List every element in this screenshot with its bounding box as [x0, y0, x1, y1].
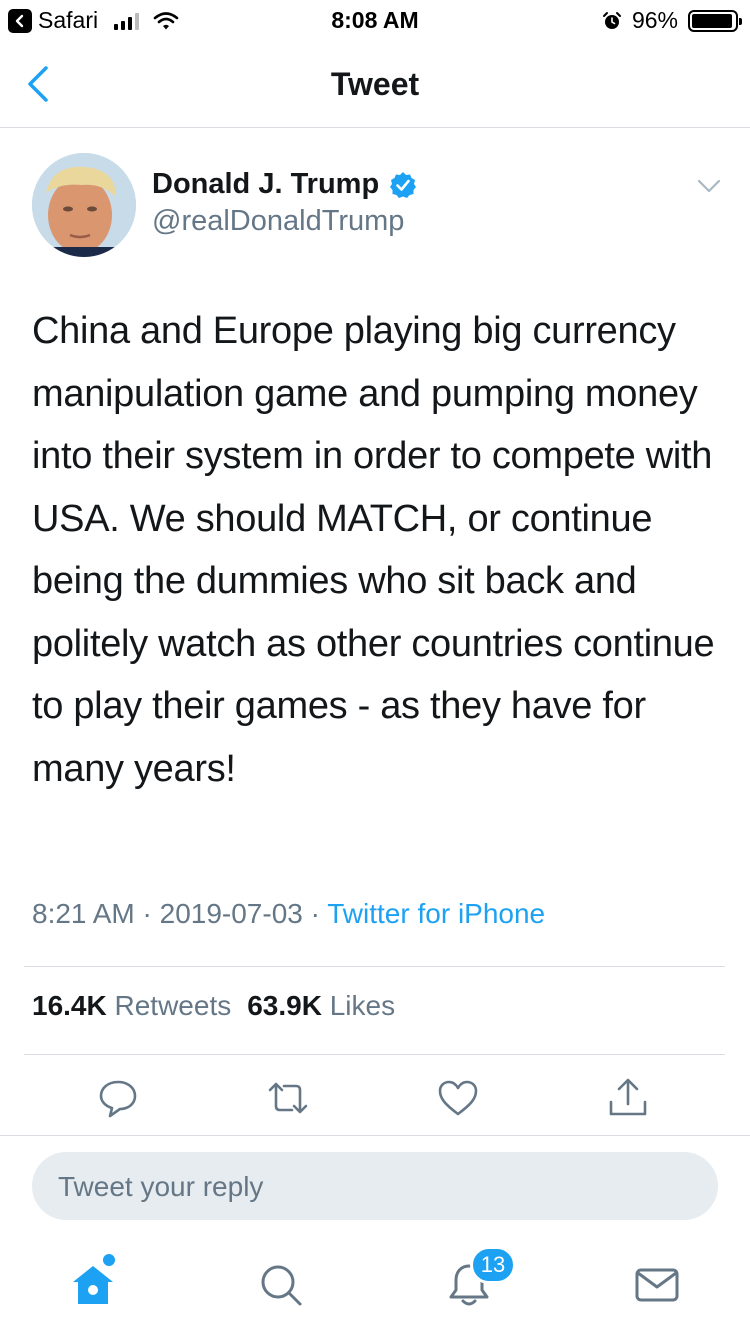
battery-percent: 96% — [631, 7, 678, 33]
divider — [0, 1135, 750, 1136]
author-name[interactable]: Donald J. Trump — [152, 168, 417, 201]
retweet-icon[interactable] — [266, 1076, 310, 1120]
retweets-count: 16.4K — [32, 990, 107, 1021]
home-new-indicator — [103, 1254, 115, 1266]
reply-icon[interactable] — [96, 1076, 140, 1120]
tweet-actions — [0, 1070, 750, 1130]
messages-envelope-icon[interactable] — [632, 1260, 682, 1310]
author-name-text[interactable]: Donald J. Trump — [152, 168, 379, 201]
meta-separator: · — [142, 898, 152, 929]
verified-badge-icon — [390, 171, 417, 198]
chevron-down-icon[interactable] — [696, 176, 722, 196]
author-handle[interactable]: @realDonaldTrump — [152, 205, 404, 238]
retweets-stat[interactable]: 16.4K Retweets — [32, 990, 231, 1022]
divider — [24, 1054, 725, 1055]
divider — [24, 966, 725, 967]
search-icon[interactable] — [256, 1260, 306, 1310]
status-bar: Safari 8:08 AM 96% — [0, 0, 750, 40]
avatar[interactable] — [32, 153, 136, 257]
tweet-time: 8:21 AM — [32, 898, 135, 929]
battery-fill — [692, 13, 733, 28]
likes-count: 63.9K — [247, 990, 322, 1021]
likes-stat[interactable]: 63.9K Likes — [247, 990, 395, 1022]
tweet-meta: 8:21 AM · 2019-07-03 · Twitter for iPhon… — [32, 898, 545, 930]
nav-bar: Tweet — [0, 40, 750, 128]
retweets-label: Retweets — [114, 990, 232, 1021]
battery-icon — [688, 9, 742, 32]
page-title: Tweet — [330, 66, 420, 102]
home-icon[interactable] — [68, 1260, 118, 1310]
tweet-date: 2019-07-03 — [159, 898, 303, 929]
reply-placeholder: Tweet your reply — [58, 1171, 264, 1202]
share-icon[interactable] — [606, 1076, 650, 1120]
reply-input[interactable]: Tweet your reply — [32, 1152, 718, 1220]
status-bar-right: 96% — [602, 7, 742, 34]
tweet-source-link[interactable]: Twitter for iPhone — [327, 898, 545, 929]
tweet-text: China and Europe playing big currency ma… — [32, 310, 715, 790]
likes-label: Likes — [329, 990, 396, 1021]
notifications-badge: 13 — [470, 1246, 516, 1284]
tab-bar — [0, 1240, 750, 1334]
tweet-stats: 16.4K Retweets 63.9K Likes — [32, 990, 395, 1022]
alarm-icon — [602, 11, 621, 29]
meta-separator: · — [310, 898, 320, 929]
heart-icon[interactable] — [436, 1076, 480, 1120]
